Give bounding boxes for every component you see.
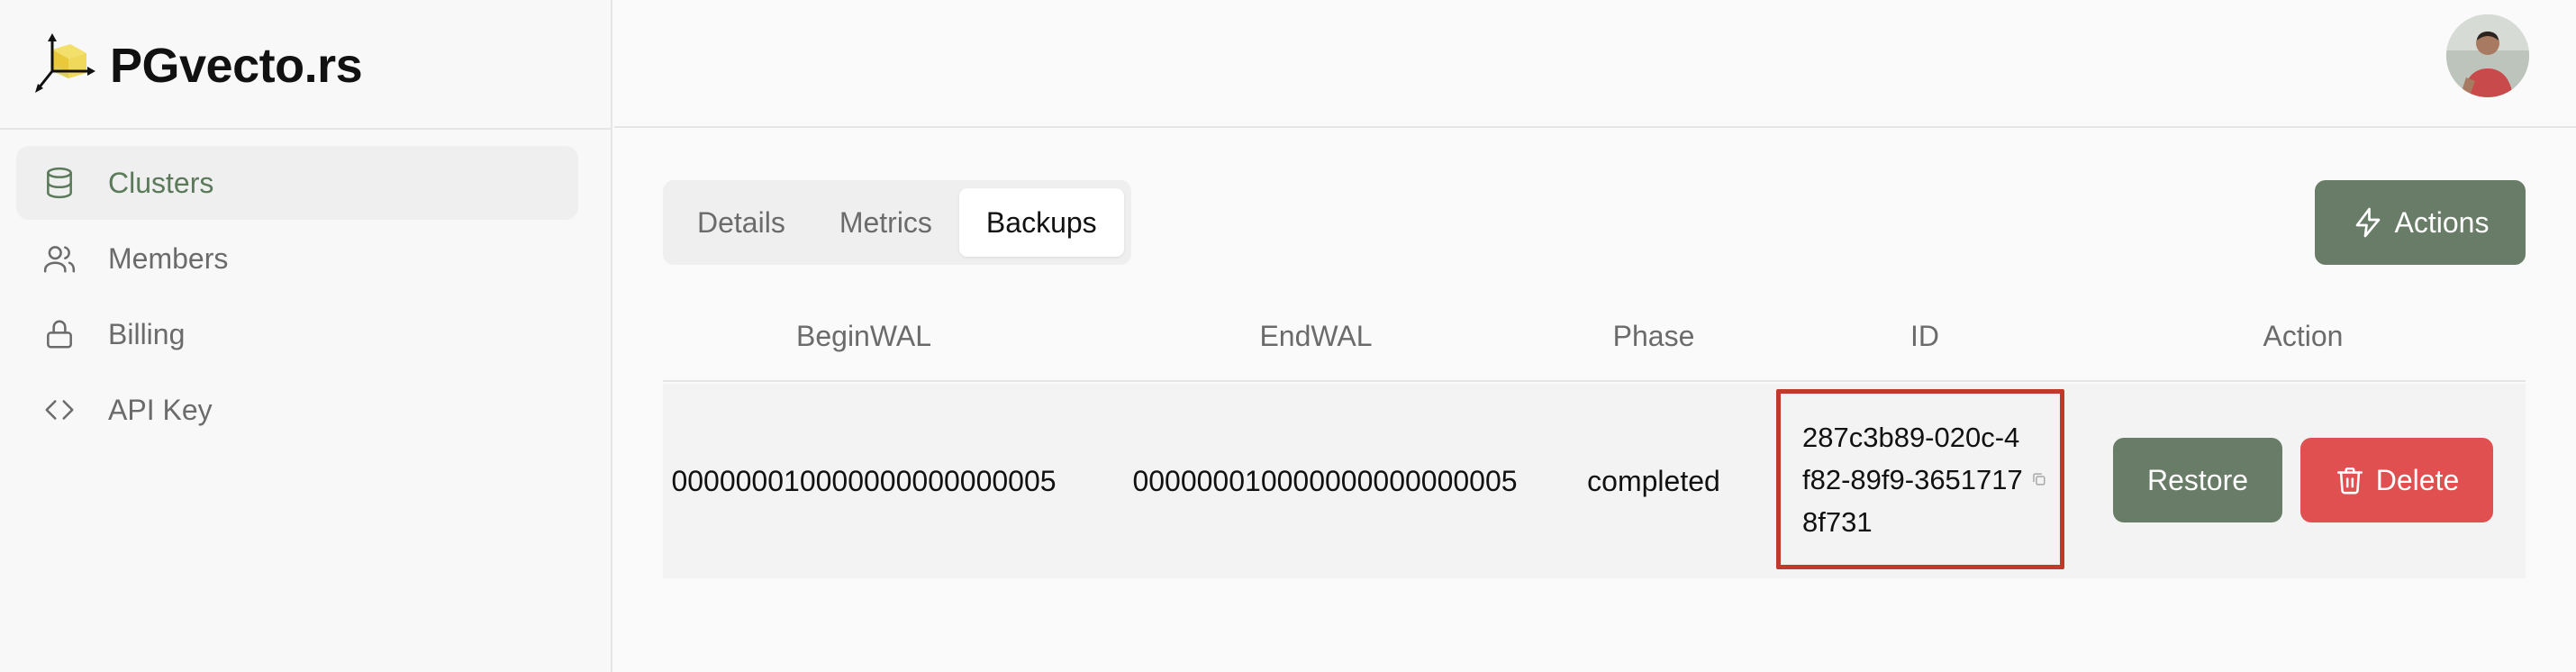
trash-icon: [2336, 467, 2363, 495]
sidebar: PGvecto.rs Clusters Members Billing API …: [0, 0, 612, 672]
copy-icon[interactable]: [2031, 471, 2047, 487]
backups-table-header: BeginWAL EndWAL Phase ID Action: [663, 290, 2526, 382]
brand[interactable]: PGvecto.rs: [32, 25, 363, 106]
user-avatar-icon: [2446, 14, 2529, 97]
brand-name: PGvecto.rs: [110, 39, 363, 93]
sidebar-nav: Clusters Members Billing API Key: [16, 146, 578, 449]
actions-button-label: Actions: [2394, 205, 2490, 239]
end-wal-cell: 000000010000000000000005: [1132, 464, 1518, 497]
sidebar-item-billing[interactable]: Billing: [16, 297, 578, 371]
app-root: PGvecto.rs Clusters Members Billing API …: [0, 0, 2576, 672]
avatar[interactable]: [2446, 14, 2529, 97]
sidebar-item-clusters[interactable]: Clusters: [16, 146, 578, 220]
sidebar-item-label: Billing: [108, 317, 186, 350]
database-icon: [41, 165, 77, 201]
tab-details[interactable]: Details: [670, 188, 812, 257]
column-header-action: Action: [2263, 319, 2344, 352]
column-header-endwal: EndWAL: [1259, 319, 1373, 352]
sidebar-divider: [0, 128, 612, 130]
actions-button[interactable]: Actions: [2315, 180, 2526, 265]
top-bar: [614, 0, 2576, 128]
sidebar-item-label: Members: [108, 241, 229, 275]
table-row: 000000010000000000000005 000000010000000…: [663, 384, 2526, 578]
column-header-phase: Phase: [1612, 319, 1695, 352]
code-icon: [41, 392, 77, 428]
sidebar-item-members[interactable]: Members: [16, 222, 578, 295]
tab-backups[interactable]: Backups: [958, 188, 1124, 257]
lock-icon: [41, 316, 77, 352]
tab-metrics[interactable]: Metrics: [812, 188, 959, 257]
users-icon: [41, 241, 77, 277]
sidebar-item-label: API Key: [108, 393, 213, 426]
backup-id-cell: 287c3b89-020c-4f82-89f9-36517178f731: [1776, 389, 2064, 569]
sidebar-item-label: Clusters: [108, 166, 214, 199]
sidebar-item-api-key[interactable]: API Key: [16, 373, 578, 447]
column-header-id: ID: [1910, 319, 1939, 352]
delete-button[interactable]: Delete: [2300, 438, 2493, 522]
backup-id-text: 287c3b89-020c-4f82-89f9-36517178f731: [1802, 421, 2023, 538]
restore-button[interactable]: Restore: [2113, 438, 2282, 522]
tab-bar: Details Metrics Backups: [663, 180, 1131, 265]
delete-button-label: Delete: [2375, 463, 2460, 496]
pgvectors-logo-icon: [35, 33, 95, 93]
column-header-beginwal: BeginWAL: [796, 319, 931, 352]
zap-icon: [2355, 207, 2380, 238]
begin-wal-cell: 000000010000000000000005: [671, 464, 1057, 497]
phase-cell: completed: [1587, 464, 1720, 497]
